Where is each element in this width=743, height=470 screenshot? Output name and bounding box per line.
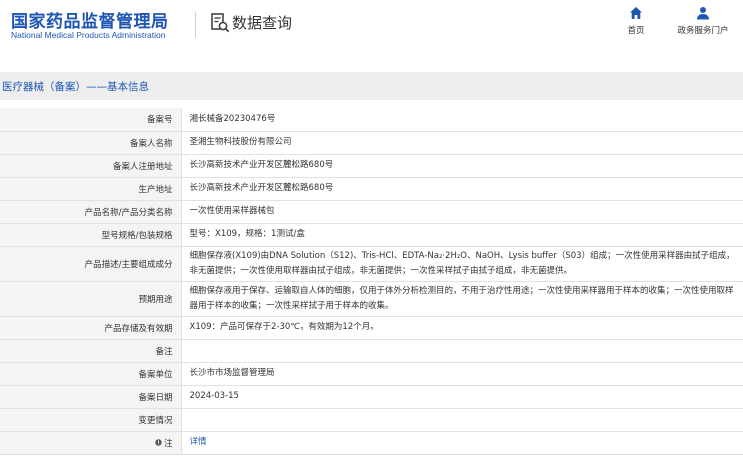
nav-home-label: 首页 xyxy=(627,26,645,36)
header-divider xyxy=(195,12,196,38)
table-row: 备案单位 长沙市市场监督管理局 xyxy=(0,362,743,386)
field-value: 湘长械备20230476号 xyxy=(181,108,743,132)
field-label: 备案人名称 xyxy=(0,131,182,155)
table-row: 备案人名称 圣湘生物科技股份有限公司 xyxy=(0,131,743,155)
field-label: 备案单位 xyxy=(0,362,182,386)
field-value xyxy=(181,339,743,363)
field-value: 长沙高新技术产业开发区麓松路680号 xyxy=(181,177,743,201)
logo-title-cn[interactable]: 国家药品监督管理局 xyxy=(11,7,169,32)
field-label: 备案人注册地址 xyxy=(0,154,182,178)
section-title: 医疗器械（备案）——基本信息 xyxy=(2,81,149,93)
site-header: 国家药品监督管理局 National Medical Products Admi… xyxy=(0,0,743,62)
field-value xyxy=(181,408,743,432)
field-label: 产品存储及有效期 xyxy=(0,316,182,340)
field-value: 2024-03-15 xyxy=(181,385,743,409)
field-label: 变更情况 xyxy=(0,408,182,432)
table-row: 备案号 湘长械备20230476号 xyxy=(0,108,743,132)
field-value-cell: 详情 xyxy=(181,431,743,455)
user-icon xyxy=(697,7,709,20)
nav-home[interactable]: 首页 xyxy=(620,6,652,40)
field-value: 长沙市市场监督管理局 xyxy=(181,362,743,386)
table-row: 预期用途 细胞保存液用于保存、运输取自人体的细胞，仅用于体外分析检测目的，不用于… xyxy=(0,281,743,317)
note-icon xyxy=(155,438,162,446)
field-label: 生产地址 xyxy=(0,177,182,201)
field-label: 备案号 xyxy=(0,108,182,132)
table-row: 备案日期 2024-03-15 xyxy=(0,385,743,409)
home-icon xyxy=(630,7,642,19)
field-value: 长沙高新技术产业开发区麓松路680号 xyxy=(181,154,743,178)
page-title: 数据查询 xyxy=(232,14,293,32)
logo-title-en[interactable]: National Medical Products Administration xyxy=(11,30,166,40)
device-info-table: 备案号 湘长械备20230476号 备案人名称 圣湘生物科技股份有限公司 备案人… xyxy=(0,108,743,455)
field-label: 产品名称/产品分类名称 xyxy=(0,200,182,224)
details-link[interactable]: 详情 xyxy=(190,437,207,447)
field-value: 细胞保存液(X109)由DNA Solution（S12)、Tris-HCl、E… xyxy=(181,246,743,282)
field-value: 圣湘生物科技股份有限公司 xyxy=(181,131,743,155)
field-value: 细胞保存液用于保存、运输取自人体的细胞，仅用于体外分析检测目的，不用于治疗性用途… xyxy=(181,281,743,317)
field-label: 型号规格/包装规格 xyxy=(0,223,182,247)
table-row: 产品存储及有效期 X109：产品可保存于2-30℃，有效期为12个月。 xyxy=(0,316,743,340)
table-row: 产品名称/产品分类名称 一次性使用采样器械包 xyxy=(0,200,743,224)
field-label: 备案日期 xyxy=(0,385,182,409)
nav-service-portal[interactable]: 政务服务门户 xyxy=(670,6,736,40)
field-label: 注 xyxy=(163,438,173,449)
field-label: 产品描述/主要组成成分 xyxy=(0,246,182,282)
nav-service-label: 政务服务门户 xyxy=(677,26,729,36)
section-header: 医疗器械（备案）——基本信息 xyxy=(0,72,743,100)
field-value: 一次性使用采样器械包 xyxy=(181,200,743,224)
table-row: 型号规格/包装规格 型号：X109，规格：1测试/盒 xyxy=(0,223,743,247)
table-row: 变更情况 xyxy=(0,408,743,432)
table-row: 注 详情 xyxy=(0,431,743,455)
table-row: 备注 xyxy=(0,339,743,363)
note-label-cell: 注 xyxy=(0,431,182,455)
field-value: X109：产品可保存于2-30℃，有效期为12个月。 xyxy=(181,316,743,340)
table-row: 生产地址 长沙高新技术产业开发区麓松路680号 xyxy=(0,177,743,201)
table-row: 备案人注册地址 长沙高新技术产业开发区麓松路680号 xyxy=(0,154,743,178)
table-row: 产品描述/主要组成成分 细胞保存液(X109)由DNA Solution（S12… xyxy=(0,246,743,282)
field-label: 备注 xyxy=(0,339,182,363)
field-value: 型号：X109，规格：1测试/盒 xyxy=(181,223,743,247)
field-label: 预期用途 xyxy=(0,281,182,317)
search-document-icon xyxy=(211,13,230,33)
